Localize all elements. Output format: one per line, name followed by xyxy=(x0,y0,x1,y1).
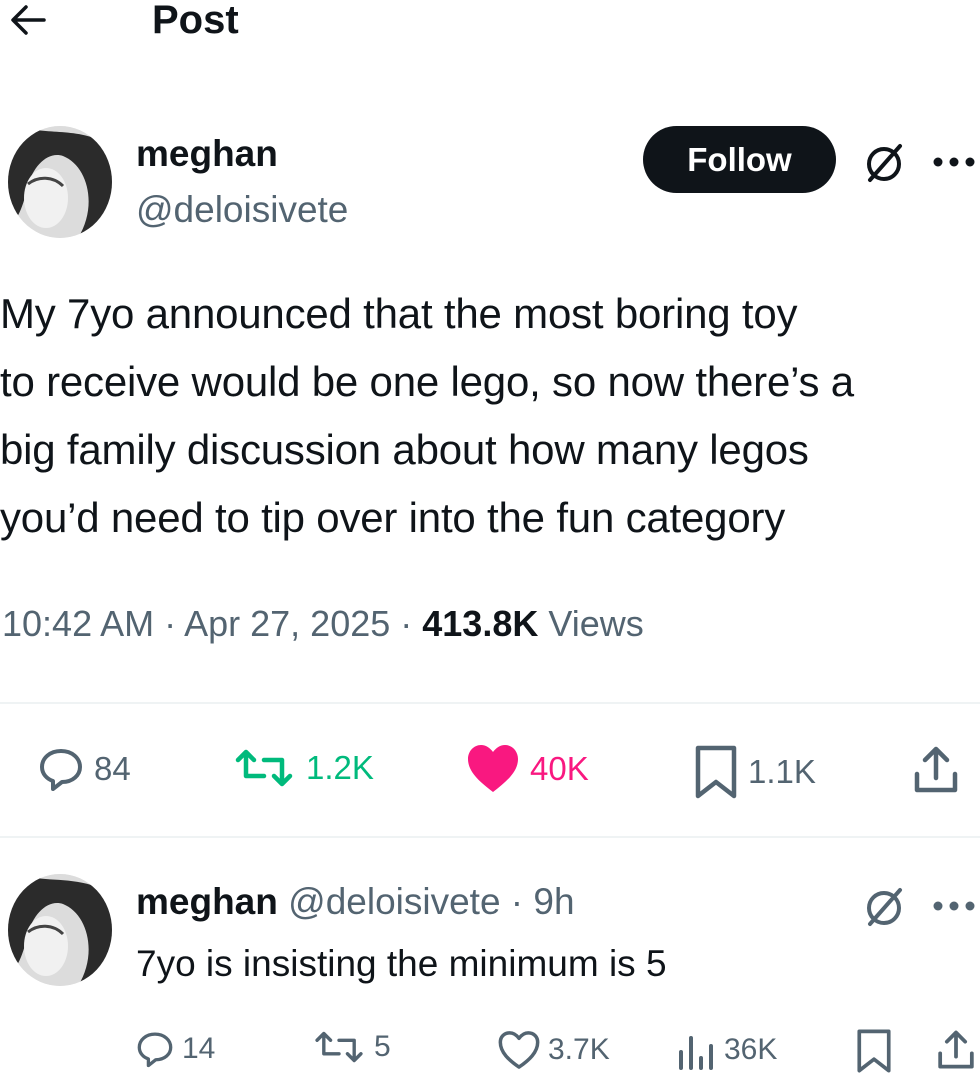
more-icon xyxy=(933,901,975,911)
heart-icon xyxy=(498,1031,540,1069)
repost-count: 1.2K xyxy=(306,749,374,786)
reply-views-count: 36K xyxy=(724,1033,778,1066)
avatar[interactable] xyxy=(8,126,112,238)
views-icon xyxy=(679,1036,713,1070)
heart-icon xyxy=(468,745,518,792)
grok-button[interactable] xyxy=(856,136,912,188)
reply-icon xyxy=(40,749,82,791)
reply-author-name[interactable]: meghan xyxy=(136,881,278,922)
reply-bookmark-button[interactable] xyxy=(856,1028,892,1074)
views-count: 413.8K xyxy=(422,603,539,644)
back-button[interactable] xyxy=(4,0,52,44)
bookmark-count: 1.1K xyxy=(748,753,816,790)
reply-repost-count: 5 xyxy=(374,1030,391,1063)
bookmark-icon xyxy=(857,1029,891,1073)
reply-like-button[interactable]: 3.7K xyxy=(498,1030,610,1070)
reply-icon xyxy=(137,1032,173,1068)
share-icon xyxy=(938,1030,974,1069)
reply-views-button[interactable]: 36K xyxy=(676,1030,777,1070)
reply-like-count: 3.7K xyxy=(548,1033,610,1066)
views-label: Views xyxy=(538,603,644,644)
reply-share-button[interactable] xyxy=(936,1028,976,1072)
grok-icon xyxy=(867,144,902,182)
reply-repost-button[interactable]: 5 xyxy=(312,1030,391,1064)
reply-more-button[interactable] xyxy=(928,888,980,924)
repost-icon xyxy=(315,1031,363,1063)
share-icon xyxy=(914,746,958,793)
reply-count: 84 xyxy=(94,750,131,787)
follow-button[interactable]: Follow xyxy=(643,126,836,193)
divider xyxy=(0,702,980,704)
more-button[interactable] xyxy=(928,144,980,180)
like-button[interactable]: 40K xyxy=(466,744,589,794)
like-count: 40K xyxy=(530,750,589,787)
divider xyxy=(0,836,980,838)
repost-icon xyxy=(235,749,293,787)
tweet-timestamp[interactable]: 10:42 AM · Apr 27, 2025 · xyxy=(2,603,422,644)
reply-avatar[interactable] xyxy=(8,874,112,986)
reply-grok-button[interactable] xyxy=(856,880,912,932)
reply-text: 7yo is insisting the minimum is 5 xyxy=(136,943,667,984)
bookmark-button[interactable]: 1.1K xyxy=(694,744,816,800)
author-name[interactable]: meghan xyxy=(136,130,278,178)
bookmark-icon xyxy=(695,745,737,799)
more-icon xyxy=(933,157,975,167)
reply-handle-time[interactable]: @deloisivete · 9h xyxy=(288,881,574,922)
repost-button[interactable]: 1.2K xyxy=(232,748,374,788)
share-button[interactable] xyxy=(912,744,960,796)
reply-header: meghan @deloisivete · 9h xyxy=(136,876,575,928)
grok-icon xyxy=(867,888,902,926)
tweet-meta: 10:42 AM · Apr 27, 2025 · 413.8K Views xyxy=(2,598,644,650)
back-arrow-icon xyxy=(11,5,46,35)
reply-reply-count: 14 xyxy=(182,1032,216,1065)
tweet-text: My 7yo announced that the most boring to… xyxy=(0,290,854,541)
reply-reply-button[interactable]: 14 xyxy=(136,1030,215,1068)
reply-button[interactable]: 84 xyxy=(38,746,131,792)
page-title: Post xyxy=(152,0,239,42)
author-handle[interactable]: @deloisivete xyxy=(136,186,348,234)
